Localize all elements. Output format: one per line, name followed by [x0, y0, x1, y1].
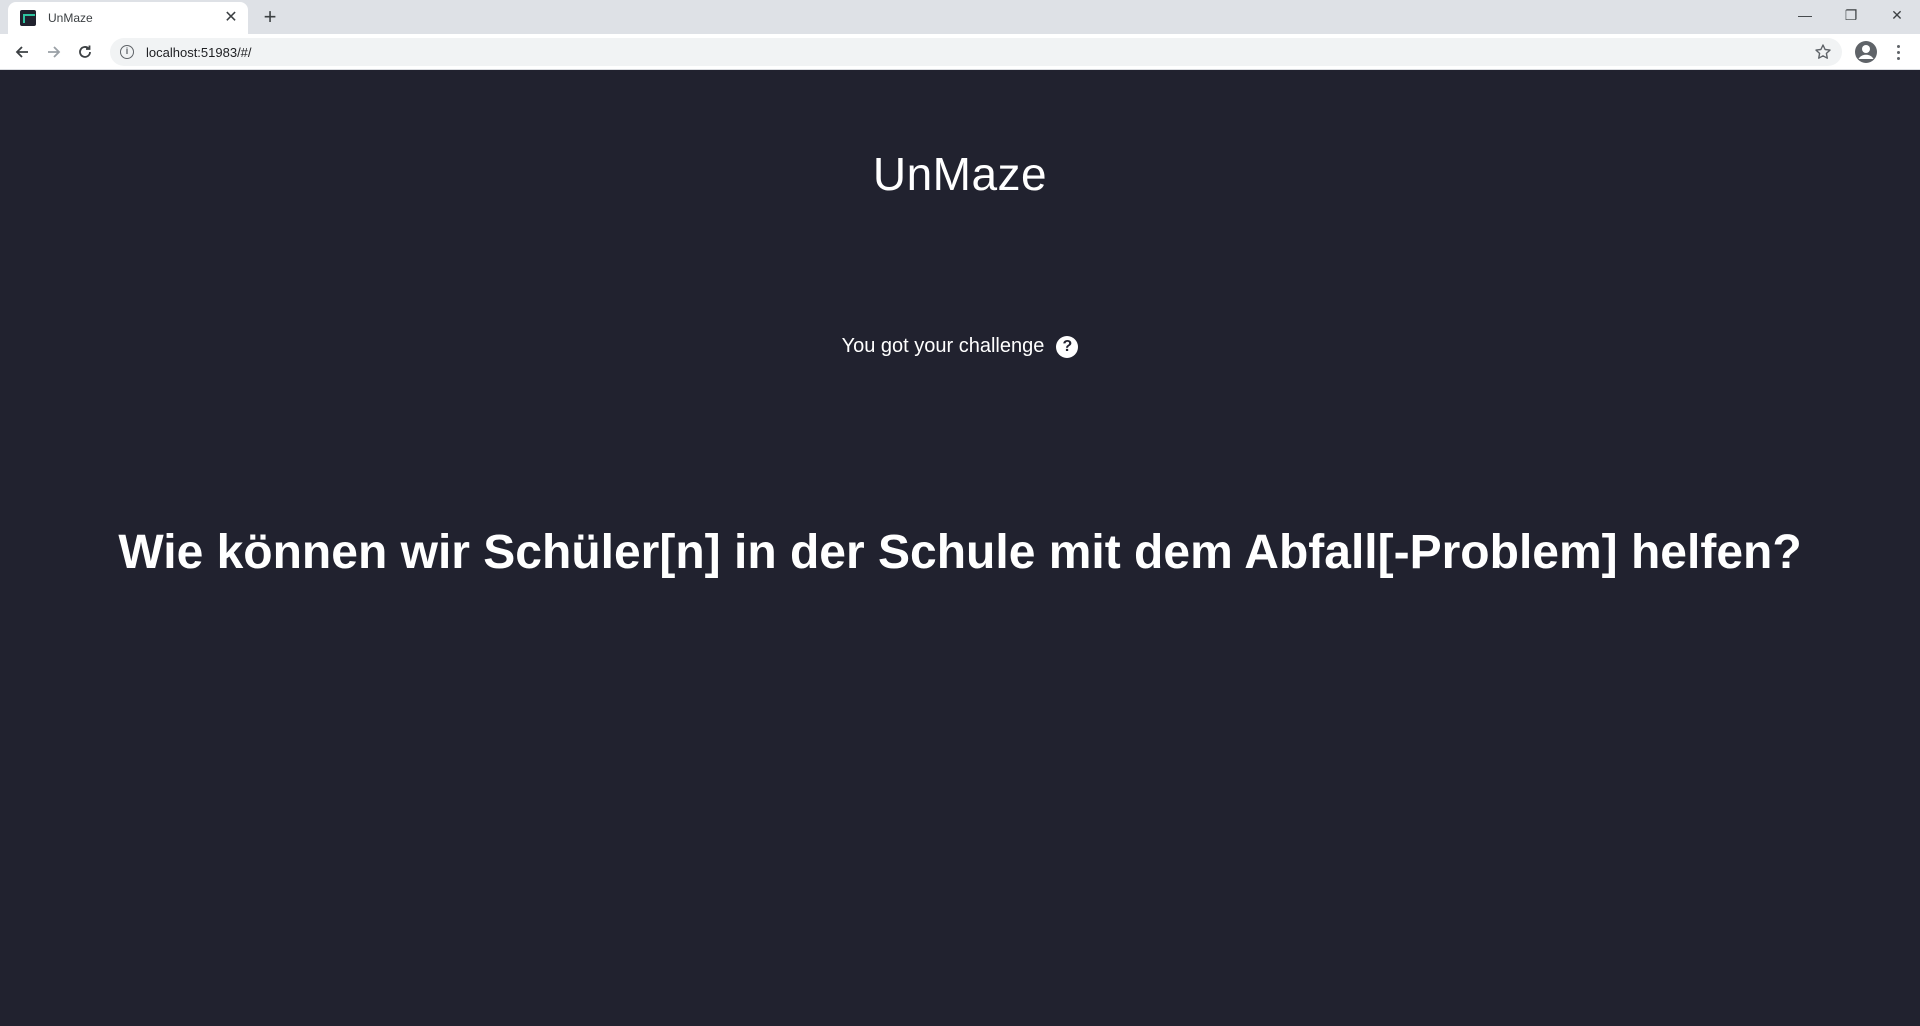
status-text: You got your challenge — [841, 335, 1045, 357]
help-icon[interactable]: ? — [1056, 335, 1079, 358]
window-close-button[interactable]: ✕ — [1874, 0, 1920, 30]
back-arrow-icon[interactable] — [9, 39, 35, 65]
status-row: You got your challenge ? — [0, 335, 1920, 358]
browser-tabstrip: UnMaze ✕ + — ❐ ✕ — [0, 0, 1920, 34]
url-text[interactable]: localhost:51983/#/ — [146, 45, 252, 60]
star-icon[interactable] — [1814, 43, 1832, 61]
minimize-button[interactable]: — — [1782, 0, 1828, 30]
browser-tab[interactable]: UnMaze ✕ — [8, 2, 248, 34]
more-vert-icon[interactable] — [1888, 40, 1908, 64]
restore-button[interactable]: ❐ — [1828, 0, 1874, 30]
info-icon[interactable]: i — [120, 45, 134, 59]
unmaze-favicon-icon — [20, 10, 36, 26]
window-controls: — ❐ ✕ — [1782, 0, 1920, 30]
reload-icon[interactable] — [72, 39, 98, 65]
browser-toolbar: i localhost:51983/#/ — [0, 34, 1920, 70]
app-page: UnMaze You got your challenge ? Wie könn… — [0, 71, 1920, 1026]
tab-close-icon[interactable]: ✕ — [222, 9, 240, 27]
challenge-question: Wie können wir Schüler[n] in der Schule … — [118, 526, 1802, 579]
tab-title: UnMaze — [48, 11, 93, 25]
address-bar[interactable]: i localhost:51983/#/ — [110, 38, 1842, 66]
forward-arrow-icon[interactable] — [41, 39, 67, 65]
app-title: UnMaze — [872, 148, 1048, 200]
new-tab-button[interactable]: + — [258, 6, 282, 30]
profile-icon[interactable] — [1854, 40, 1878, 64]
